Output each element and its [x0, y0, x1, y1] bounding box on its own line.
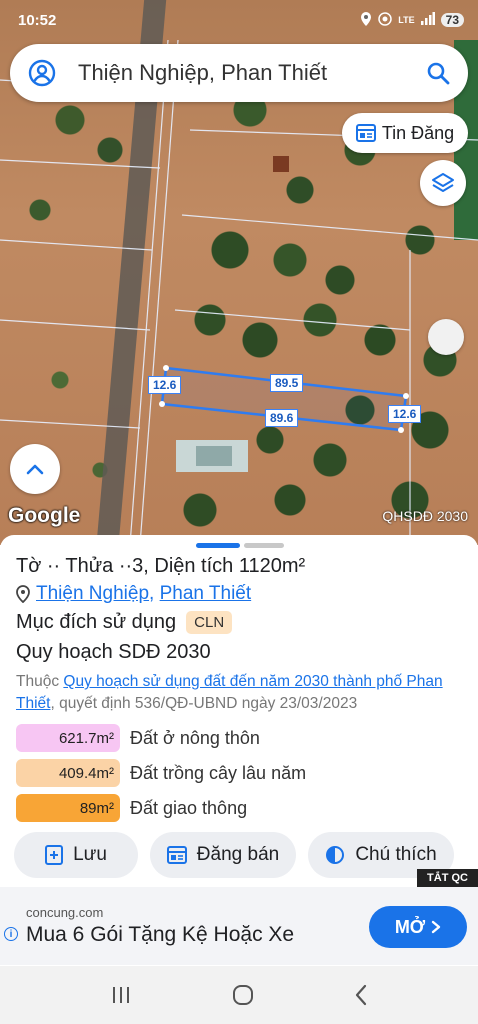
plan-source: Thuộc Quy hoạch sử dụng đất đến năm 2030… [16, 671, 466, 715]
location-pin-icon [16, 585, 30, 603]
listing-icon [166, 846, 187, 864]
dimension-bottom: 89.6 [265, 409, 299, 427]
purpose-code-badge: CLN [186, 611, 233, 634]
legend-area: 409.4m² [16, 759, 120, 787]
signal-icon [420, 12, 435, 28]
legend-label: Đất trồng cây lâu năm [130, 762, 307, 783]
ad-open-label: MỞ [394, 916, 426, 937]
listings-label: Tin Đăng [381, 122, 455, 143]
dimension-left: 12.6 [148, 376, 182, 394]
dimension-top: 89.5 [270, 374, 304, 392]
search-icon[interactable] [426, 61, 450, 85]
location-separator: , [149, 583, 160, 604]
legend-label: Đất ở nông thôn [130, 727, 260, 748]
post-sale-label: Đăng bán [196, 844, 280, 865]
back-icon[interactable] [354, 984, 368, 1006]
chevron-right-icon [431, 920, 441, 934]
contrast-icon [325, 845, 345, 865]
google-logo: Google [8, 504, 81, 527]
expand-sheet-button[interactable] [10, 444, 60, 494]
sheet-handle[interactable] [196, 543, 284, 548]
ad-banner[interactable]: TẮT QC i concung.com Mua 6 Gói Tặng Kệ H… [0, 869, 478, 965]
ad-open-button[interactable]: MỞ [369, 906, 467, 948]
close-ad-button[interactable]: TẮT QC [417, 869, 478, 887]
ad-title[interactable]: Mua 6 Gói Tặng Kệ Hoặc Xe [26, 923, 294, 947]
commune-link[interactable]: Thiện Nghiệp [36, 583, 149, 604]
legend-label: Đất giao thông [130, 797, 248, 818]
layers-button[interactable] [420, 160, 466, 206]
save-label: Lưu [73, 844, 107, 865]
land-use-purpose: Mục đích sử dụng CLN [16, 611, 233, 634]
plan-title: Quy hoạch SDĐ 2030 [16, 641, 211, 663]
map-layer-label: QHSDĐ 2030 [382, 508, 468, 524]
search-input[interactable]: Thiện Nghiệp, Phan Thiết [78, 60, 426, 86]
parcel-title: Tờ ·· Thửa ··3, Diện tích 1120m² [16, 555, 306, 577]
action-bar: Lưu Đăng bán Chú thích [14, 832, 454, 878]
layers-icon [431, 171, 455, 195]
parcel-info-sheet: Tờ ·· Thửa ··3, Diện tích 1120m² Thiện N… [0, 535, 478, 885]
status-bar: 10:52 LTE 73 [0, 0, 478, 40]
hotspot-icon [378, 11, 393, 29]
listing-icon [355, 124, 376, 142]
ad-domain: concung.com [26, 905, 104, 920]
city-link[interactable]: Phan Thiết [160, 583, 252, 604]
network-label: LTE [398, 15, 415, 25]
info-icon[interactable]: i [4, 927, 18, 941]
post-sale-button[interactable]: Đăng bán [150, 832, 296, 878]
legend-item: 621.7m² Đất ở nông thôn [16, 724, 260, 752]
legend-label: Chú thích [355, 844, 437, 865]
home-icon[interactable] [231, 983, 255, 1007]
chevron-up-icon [25, 462, 45, 476]
save-button[interactable]: Lưu [14, 832, 138, 878]
legend-area: 621.7m² [16, 724, 120, 752]
bookmark-add-icon [45, 845, 64, 865]
recent-apps-icon[interactable] [110, 985, 132, 1005]
parcel-location: Thiện Nghiệp, Phan Thiết [16, 583, 251, 605]
status-time: 10:52 [18, 11, 57, 29]
search-bar[interactable]: Thiện Nghiệp, Phan Thiết [10, 44, 468, 102]
location-status-icon [360, 11, 372, 29]
source-suffix: , quyết định 536/QĐ-UBND ngày 23/03/2023 [50, 695, 358, 712]
battery-indicator: 73 [440, 13, 464, 27]
system-nav-bar [0, 966, 478, 1024]
opacity-slider-handle[interactable] [428, 319, 464, 355]
purpose-label: Mục đích sử dụng [16, 611, 177, 633]
legend-item: 409.4m² Đất trồng cây lâu năm [16, 759, 306, 787]
account-icon[interactable] [28, 59, 56, 87]
listings-button[interactable]: Tin Đăng [342, 113, 468, 153]
source-prefix: Thuộc [16, 673, 64, 690]
dimension-right: 12.6 [388, 405, 422, 423]
legend-area: 89m² [16, 794, 120, 822]
legend-item: 89m² Đất giao thông [16, 794, 247, 822]
status-icons: LTE 73 [360, 11, 464, 29]
